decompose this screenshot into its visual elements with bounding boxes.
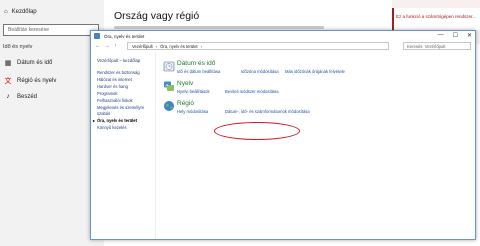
back-arrow-icon[interactable]: ← bbox=[95, 43, 101, 49]
chevron-right-icon: › bbox=[155, 43, 158, 49]
left-nav-item-current: Óra, nyelv és terület bbox=[93, 118, 137, 123]
category-link[interactable]: Más időzónák órájának felvétele bbox=[285, 69, 345, 74]
left-nav-item[interactable]: Programok bbox=[97, 91, 117, 96]
highlight-annotation bbox=[214, 122, 300, 140]
settings-home-label: Kezdőlap bbox=[11, 9, 37, 15]
nav-item-date-time[interactable]: ▦ Dátum és idő bbox=[4, 59, 53, 67]
control-panel-icon bbox=[94, 33, 100, 39]
address-row: ← → ↑ Vezérlőpult › Óra, nyelv és terüle… bbox=[91, 41, 475, 51]
nav-item-label: Régió és nyelv bbox=[17, 78, 57, 84]
category-link[interactable]: Idő és dátum beállítása bbox=[177, 69, 220, 74]
category-link[interactable]: Nyelvi beállítások bbox=[177, 89, 210, 94]
settings-description bbox=[114, 26, 324, 29]
side-panel-text: Ez a funkció a számítógépen rendszer... bbox=[396, 14, 477, 19]
language-icon: A bbox=[164, 81, 174, 91]
left-nav-item[interactable]: Felhasználói fiókok bbox=[97, 98, 133, 103]
nav-item-label: Dátum és idő bbox=[17, 60, 53, 66]
control-panel-search-input[interactable]: Keresés: Vezérlőpult bbox=[403, 42, 471, 50]
left-nav-item[interactable]: Megjelenés és személyre szabás bbox=[97, 105, 155, 116]
category-title[interactable]: Nyelv bbox=[177, 80, 193, 87]
left-nav-home-link[interactable]: Vezérlőpult – kezdőlap bbox=[97, 58, 140, 63]
category-title[interactable]: Régió bbox=[177, 100, 194, 107]
category-title[interactable]: Dátum és idő bbox=[177, 60, 215, 67]
up-arrow-icon[interactable]: ↑ bbox=[114, 43, 117, 49]
address-bar[interactable]: Vezérlőpult › Óra, nyelv és terület › bbox=[127, 42, 389, 50]
window-controls: — ☐ ✕ bbox=[438, 32, 472, 39]
nav-item-region-language[interactable]: 文 Régió és nyelv bbox=[4, 76, 57, 86]
category-link[interactable]: Beviteli módszer módosítása bbox=[225, 89, 279, 94]
breadcrumb-item[interactable]: Óra, nyelv és terület bbox=[160, 44, 197, 49]
calendar-icon: ▦ bbox=[4, 60, 12, 67]
settings-search-input[interactable]: Beállítás keresése bbox=[3, 24, 99, 36]
close-button[interactable]: ✕ bbox=[467, 32, 472, 39]
left-nav-item[interactable]: Könnyű kezelés bbox=[97, 125, 127, 130]
control-panel-window: Óra, nyelv és terület — ☐ ✕ ← → ↑ Vezérl… bbox=[90, 30, 476, 240]
chevron-right-icon: › bbox=[200, 43, 203, 49]
breadcrumb-item[interactable]: Vezérlőpult bbox=[132, 44, 153, 49]
minimize-button[interactable]: — bbox=[438, 32, 444, 39]
microphone-icon: ♪ bbox=[6, 93, 10, 100]
language-icon: 文 bbox=[4, 78, 12, 85]
window-title: Óra, nyelv és terület bbox=[104, 33, 145, 39]
clock-icon bbox=[163, 61, 175, 72]
left-nav-item[interactable]: Hálózat és internet bbox=[97, 77, 132, 82]
window-titlebar[interactable]: Óra, nyelv és terület — ☐ ✕ bbox=[91, 31, 475, 41]
left-nav-item[interactable]: Hardver és hang bbox=[97, 84, 128, 89]
category-link-formats[interactable]: Dátum-, idő- és számformátumok módosítás… bbox=[225, 109, 310, 114]
maximize-button[interactable]: ☐ bbox=[453, 32, 458, 39]
settings-sidebar: ⌂ Kezdőlap Beállítás keresése Idő és nye… bbox=[0, 0, 104, 246]
forward-arrow-icon[interactable]: → bbox=[105, 43, 111, 49]
category-link[interactable]: Hely módosítása bbox=[177, 109, 208, 114]
page-title: Ország vagy régió bbox=[114, 10, 200, 22]
home-icon: ⌂ bbox=[4, 9, 8, 15]
settings-section-title: Idő és nyelv bbox=[3, 44, 33, 50]
category-link[interactable]: Időzóna módosítása bbox=[241, 69, 279, 74]
nav-item-speech[interactable]: ♪ Beszéd bbox=[4, 93, 37, 100]
settings-home-link[interactable]: ⌂ Kezdőlap bbox=[4, 9, 37, 15]
nav-item-label: Beszéd bbox=[17, 93, 38, 100]
globe-icon bbox=[164, 101, 174, 111]
svg-text:A: A bbox=[166, 82, 169, 87]
control-panel-left-nav: Vezérlőpult – kezdőlap Rendszer és bizto… bbox=[91, 52, 156, 239]
left-nav-item[interactable]: Rendszer és biztonság bbox=[97, 70, 140, 75]
